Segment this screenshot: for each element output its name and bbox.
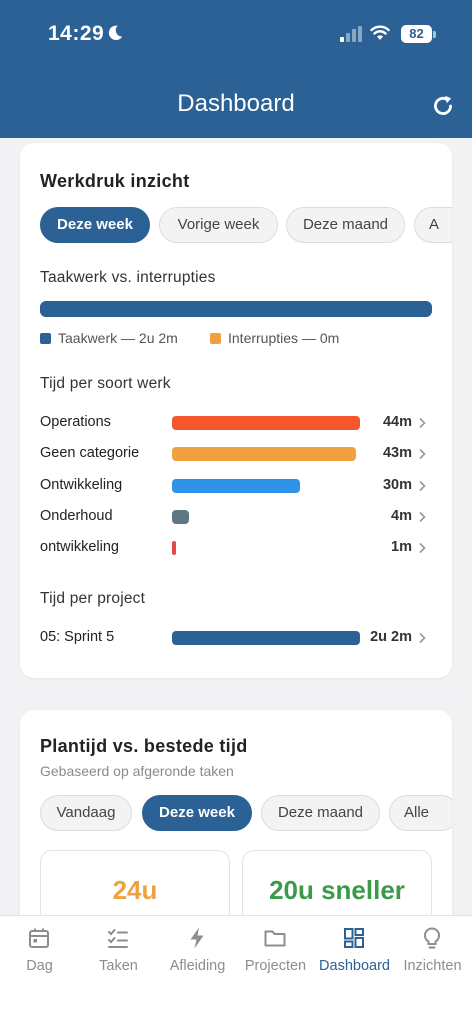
tab-vandaag[interactable]: Vandaag bbox=[40, 795, 132, 831]
bar-row-bar bbox=[172, 416, 360, 430]
bar-row-value: 1m bbox=[391, 539, 412, 556]
dashboard-icon bbox=[344, 928, 364, 948]
moon-icon bbox=[108, 25, 123, 41]
tab-afleiding[interactable]: Afleiding bbox=[158, 916, 237, 986]
tab-dashboard[interactable]: Dashboard bbox=[315, 916, 394, 986]
legend-interrupties: Interrupties — 0m bbox=[228, 330, 340, 346]
legend-taakwerk: Taakwerk — 2u 2m bbox=[58, 330, 178, 346]
calendar-icon bbox=[29, 928, 49, 948]
legend-interrupties-swatch bbox=[210, 333, 221, 344]
tab-taken-label: Taken bbox=[99, 958, 138, 974]
planning-subtitle: Gebaseerd op afgeronde taken bbox=[40, 763, 234, 779]
chevron-right-icon bbox=[419, 449, 426, 460]
tab-deze-week[interactable]: Deze week bbox=[40, 207, 150, 243]
folder-icon bbox=[264, 930, 286, 947]
tab-taken[interactable]: Taken bbox=[79, 916, 158, 986]
bar-row-label[interactable]: ontwikkeling bbox=[40, 539, 119, 555]
bottom-tab-bar: Dag Taken Afleiding Projecten Dashboard bbox=[0, 915, 472, 1024]
bar-row-label[interactable]: Geen categorie bbox=[40, 445, 139, 461]
battery-tip bbox=[433, 31, 436, 38]
bar-row-label[interactable]: Ontwikkeling bbox=[40, 477, 122, 493]
refresh-icon[interactable] bbox=[430, 93, 456, 119]
status-time: 14:29 bbox=[48, 22, 105, 45]
wifi-icon bbox=[370, 25, 390, 40]
tab-inzichten[interactable]: Inzichten bbox=[393, 916, 472, 986]
task-vs-interrupt-title: Taakwerk vs. interrupties bbox=[40, 269, 216, 286]
legend-taakwerk-swatch bbox=[40, 333, 51, 344]
bar-row-value: 44m bbox=[382, 414, 412, 430]
bar-row-bar bbox=[172, 509, 190, 524]
checklist-icon bbox=[108, 929, 128, 948]
chevron-right-icon bbox=[419, 632, 426, 644]
bar-row-value: 2u 2m bbox=[370, 629, 412, 645]
bar-row-label[interactable]: Onderhoud bbox=[40, 508, 113, 524]
chevron-right-icon bbox=[419, 417, 426, 429]
tab-dag[interactable]: Dag bbox=[0, 916, 79, 986]
task-vs-interrupt-bar bbox=[40, 301, 432, 317]
bar-row-bar bbox=[172, 447, 356, 462]
bar-row-value: 30m bbox=[382, 476, 412, 493]
tab-inzichten-label: Inzichten bbox=[403, 958, 462, 974]
bar-row-value: 4m bbox=[391, 507, 412, 524]
bar-row-value: 43m bbox=[382, 445, 412, 462]
tab-projecten-label: Projecten bbox=[244, 958, 307, 974]
chevron-right-icon bbox=[419, 480, 426, 491]
tab-projecten[interactable]: Projecten bbox=[236, 916, 315, 986]
signal-icon bbox=[340, 26, 362, 42]
workload-title: Werkdruk inzicht bbox=[40, 171, 190, 191]
tab-deze-maand[interactable]: Deze maand bbox=[261, 795, 380, 831]
tab-alle[interactable]: Alle bbox=[389, 795, 452, 831]
tab-deze-week[interactable]: Deze week bbox=[142, 795, 252, 831]
top-bar: 14:29 82 Dashboard bbox=[0, 0, 472, 138]
tab-deze-maand[interactable]: Deze maand bbox=[286, 207, 405, 243]
workload-card: Werkdruk inzicht Deze week Vorige week D… bbox=[20, 143, 452, 678]
per-type-title: Tijd per soort werk bbox=[40, 375, 171, 392]
bar-row-label[interactable]: Operations bbox=[40, 414, 111, 430]
lightbulb-icon bbox=[424, 927, 440, 949]
bolt-icon bbox=[190, 927, 204, 949]
planning-title: Plantijd vs. bestede tijd bbox=[40, 736, 248, 756]
difference-value: 20u sneller bbox=[269, 875, 405, 905]
planning-card: Plantijd vs. bestede tijd Gebaseerd op a… bbox=[20, 710, 452, 930]
page-title: Dashboard bbox=[177, 90, 295, 117]
chevron-right-icon bbox=[419, 543, 426, 554]
bar-row-bar bbox=[172, 631, 360, 645]
tab-more[interactable]: A bbox=[414, 207, 452, 243]
tab-vorige-week[interactable]: Vorige week bbox=[159, 207, 278, 243]
bar-row-bar bbox=[172, 478, 301, 493]
bar-row-bar bbox=[172, 541, 177, 556]
per-project-title: Tijd per project bbox=[40, 590, 146, 607]
bar-row-label[interactable]: 05: Sprint 5 bbox=[40, 629, 114, 645]
chevron-right-icon bbox=[419, 511, 426, 522]
planned-time-value: 24u bbox=[112, 875, 158, 905]
battery-indicator: 82 bbox=[401, 25, 432, 43]
